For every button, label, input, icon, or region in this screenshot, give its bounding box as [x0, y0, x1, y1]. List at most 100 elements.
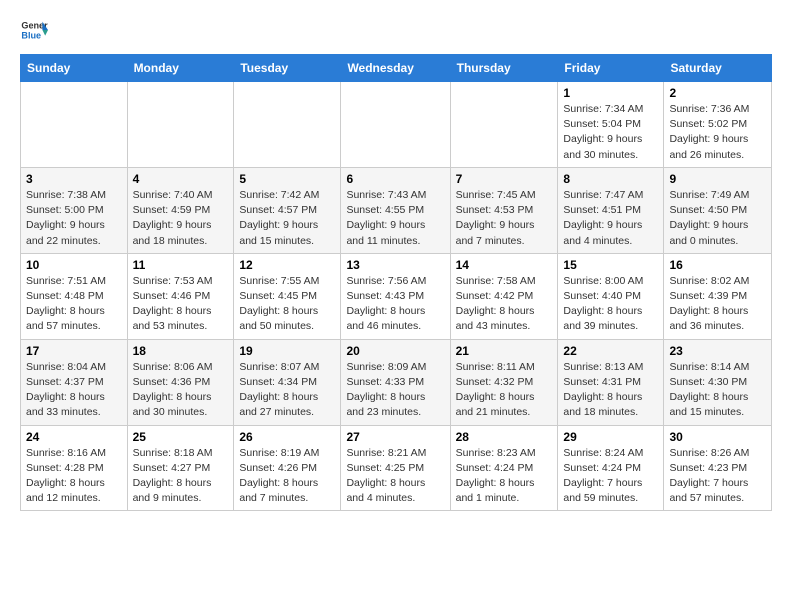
day-info: Sunrise: 7:40 AM Sunset: 4:59 PM Dayligh… [133, 188, 229, 249]
day-number: 13 [346, 258, 444, 272]
day-cell: 8 Sunrise: 7:47 AM Sunset: 4:51 PM Daylig… [558, 167, 664, 253]
day-cell: 10 Sunrise: 7:51 AM Sunset: 4:48 PM Dayli… [21, 253, 128, 339]
day-cell: 27 Sunrise: 8:21 AM Sunset: 4:25 PM Dayli… [341, 425, 450, 511]
day-cell: 19 Sunrise: 8:07 AM Sunset: 4:34 PM Dayli… [234, 339, 341, 425]
week-row-4: 17 Sunrise: 8:04 AM Sunset: 4:37 PM Dayli… [21, 339, 772, 425]
day-cell: 9 Sunrise: 7:49 AM Sunset: 4:50 PM Daylig… [664, 167, 772, 253]
day-number: 22 [563, 344, 658, 358]
day-cell: 22 Sunrise: 8:13 AM Sunset: 4:31 PM Dayli… [558, 339, 664, 425]
calendar-table: SundayMondayTuesdayWednesdayThursdayFrid… [20, 54, 772, 511]
day-info: Sunrise: 8:19 AM Sunset: 4:26 PM Dayligh… [239, 446, 335, 507]
day-info: Sunrise: 8:26 AM Sunset: 4:23 PM Dayligh… [669, 446, 766, 507]
logo: General Blue [20, 16, 48, 44]
day-cell: 5 Sunrise: 7:42 AM Sunset: 4:57 PM Daylig… [234, 167, 341, 253]
day-info: Sunrise: 8:21 AM Sunset: 4:25 PM Dayligh… [346, 446, 444, 507]
day-cell: 23 Sunrise: 8:14 AM Sunset: 4:30 PM Dayli… [664, 339, 772, 425]
weekday-header-saturday: Saturday [664, 55, 772, 82]
day-number: 2 [669, 86, 766, 100]
weekday-header-friday: Friday [558, 55, 664, 82]
day-number: 10 [26, 258, 122, 272]
day-number: 1 [563, 86, 658, 100]
day-cell: 6 Sunrise: 7:43 AM Sunset: 4:55 PM Daylig… [341, 167, 450, 253]
day-cell: 3Sunrise: 7:38 AM Sunset: 5:00 PM Daylig… [21, 167, 128, 253]
day-info: Sunrise: 7:55 AM Sunset: 4:45 PM Dayligh… [239, 274, 335, 335]
day-info: Sunrise: 8:16 AM Sunset: 4:28 PM Dayligh… [26, 446, 122, 507]
day-cell: 13 Sunrise: 7:56 AM Sunset: 4:43 PM Dayli… [341, 253, 450, 339]
day-cell: 26 Sunrise: 8:19 AM Sunset: 4:26 PM Dayli… [234, 425, 341, 511]
day-cell: 2 Sunrise: 7:36 AM Sunset: 5:02 PM Daylig… [664, 82, 772, 168]
day-info: Sunrise: 8:02 AM Sunset: 4:39 PM Dayligh… [669, 274, 766, 335]
weekday-header-sunday: Sunday [21, 55, 128, 82]
day-info: Sunrise: 8:18 AM Sunset: 4:27 PM Dayligh… [133, 446, 229, 507]
day-info: Sunrise: 7:45 AM Sunset: 4:53 PM Dayligh… [456, 188, 553, 249]
day-number: 25 [133, 430, 229, 444]
day-cell: 30Sunrise: 8:26 AM Sunset: 4:23 PM Dayli… [664, 425, 772, 511]
day-cell: 21Sunrise: 8:11 AM Sunset: 4:32 PM Dayli… [450, 339, 558, 425]
day-number: 8 [563, 172, 658, 186]
day-cell: 18Sunrise: 8:06 AM Sunset: 4:36 PM Dayli… [127, 339, 234, 425]
week-row-3: 10 Sunrise: 7:51 AM Sunset: 4:48 PM Dayli… [21, 253, 772, 339]
day-number: 28 [456, 430, 553, 444]
day-cell [234, 82, 341, 168]
day-info: Sunrise: 8:11 AM Sunset: 4:32 PM Dayligh… [456, 360, 553, 421]
day-number: 18 [133, 344, 229, 358]
day-info: Sunrise: 7:36 AM Sunset: 5:02 PM Dayligh… [669, 102, 766, 163]
day-info: Sunrise: 8:23 AM Sunset: 4:24 PM Dayligh… [456, 446, 553, 507]
day-info: Sunrise: 7:42 AM Sunset: 4:57 PM Dayligh… [239, 188, 335, 249]
week-row-1: 1 Sunrise: 7:34 AM Sunset: 5:04 PM Daylig… [21, 82, 772, 168]
weekday-header-thursday: Thursday [450, 55, 558, 82]
day-cell: 15 Sunrise: 8:00 AM Sunset: 4:40 PM Dayli… [558, 253, 664, 339]
day-cell: 1 Sunrise: 7:34 AM Sunset: 5:04 PM Daylig… [558, 82, 664, 168]
day-cell: 17 Sunrise: 8:04 AM Sunset: 4:37 PM Dayli… [21, 339, 128, 425]
weekday-header-row: SundayMondayTuesdayWednesdayThursdayFrid… [21, 55, 772, 82]
day-number: 20 [346, 344, 444, 358]
day-info: Sunrise: 7:43 AM Sunset: 4:55 PM Dayligh… [346, 188, 444, 249]
day-info: Sunrise: 8:13 AM Sunset: 4:31 PM Dayligh… [563, 360, 658, 421]
day-number: 12 [239, 258, 335, 272]
weekday-header-monday: Monday [127, 55, 234, 82]
day-info: Sunrise: 8:00 AM Sunset: 4:40 PM Dayligh… [563, 274, 658, 335]
day-info: Sunrise: 7:56 AM Sunset: 4:43 PM Dayligh… [346, 274, 444, 335]
day-cell: 20 Sunrise: 8:09 AM Sunset: 4:33 PM Dayli… [341, 339, 450, 425]
day-info: Sunrise: 8:04 AM Sunset: 4:37 PM Dayligh… [26, 360, 122, 421]
day-number: 15 [563, 258, 658, 272]
day-cell [21, 82, 128, 168]
day-number: 19 [239, 344, 335, 358]
day-info: Sunrise: 7:34 AM Sunset: 5:04 PM Dayligh… [563, 102, 658, 163]
day-info: Sunrise: 7:47 AM Sunset: 4:51 PM Dayligh… [563, 188, 658, 249]
day-number: 27 [346, 430, 444, 444]
day-cell: 4Sunrise: 7:40 AM Sunset: 4:59 PM Daylig… [127, 167, 234, 253]
day-info: Sunrise: 8:07 AM Sunset: 4:34 PM Dayligh… [239, 360, 335, 421]
day-number: 26 [239, 430, 335, 444]
day-number: 6 [346, 172, 444, 186]
day-number: 11 [133, 258, 229, 272]
svg-text:Blue: Blue [21, 30, 41, 40]
week-row-2: 3Sunrise: 7:38 AM Sunset: 5:00 PM Daylig… [21, 167, 772, 253]
day-cell: 28 Sunrise: 8:23 AM Sunset: 4:24 PM Dayli… [450, 425, 558, 511]
day-cell: 16 Sunrise: 8:02 AM Sunset: 4:39 PM Dayli… [664, 253, 772, 339]
week-row-5: 24 Sunrise: 8:16 AM Sunset: 4:28 PM Dayli… [21, 425, 772, 511]
day-cell: 7 Sunrise: 7:45 AM Sunset: 4:53 PM Daylig… [450, 167, 558, 253]
day-info: Sunrise: 7:49 AM Sunset: 4:50 PM Dayligh… [669, 188, 766, 249]
day-number: 24 [26, 430, 122, 444]
day-cell: 25 Sunrise: 8:18 AM Sunset: 4:27 PM Dayli… [127, 425, 234, 511]
day-number: 14 [456, 258, 553, 272]
day-info: Sunrise: 7:51 AM Sunset: 4:48 PM Dayligh… [26, 274, 122, 335]
day-number: 5 [239, 172, 335, 186]
day-number: 16 [669, 258, 766, 272]
day-number: 7 [456, 172, 553, 186]
day-number: 17 [26, 344, 122, 358]
day-info: Sunrise: 8:14 AM Sunset: 4:30 PM Dayligh… [669, 360, 766, 421]
day-number: 9 [669, 172, 766, 186]
day-cell [450, 82, 558, 168]
day-info: Sunrise: 8:24 AM Sunset: 4:24 PM Dayligh… [563, 446, 658, 507]
day-info: Sunrise: 8:09 AM Sunset: 4:33 PM Dayligh… [346, 360, 444, 421]
weekday-header-wednesday: Wednesday [341, 55, 450, 82]
day-cell [341, 82, 450, 168]
header: General Blue [20, 16, 772, 44]
day-cell [127, 82, 234, 168]
day-number: 23 [669, 344, 766, 358]
day-cell: 12 Sunrise: 7:55 AM Sunset: 4:45 PM Dayli… [234, 253, 341, 339]
day-info: Sunrise: 7:53 AM Sunset: 4:46 PM Dayligh… [133, 274, 229, 335]
day-number: 29 [563, 430, 658, 444]
